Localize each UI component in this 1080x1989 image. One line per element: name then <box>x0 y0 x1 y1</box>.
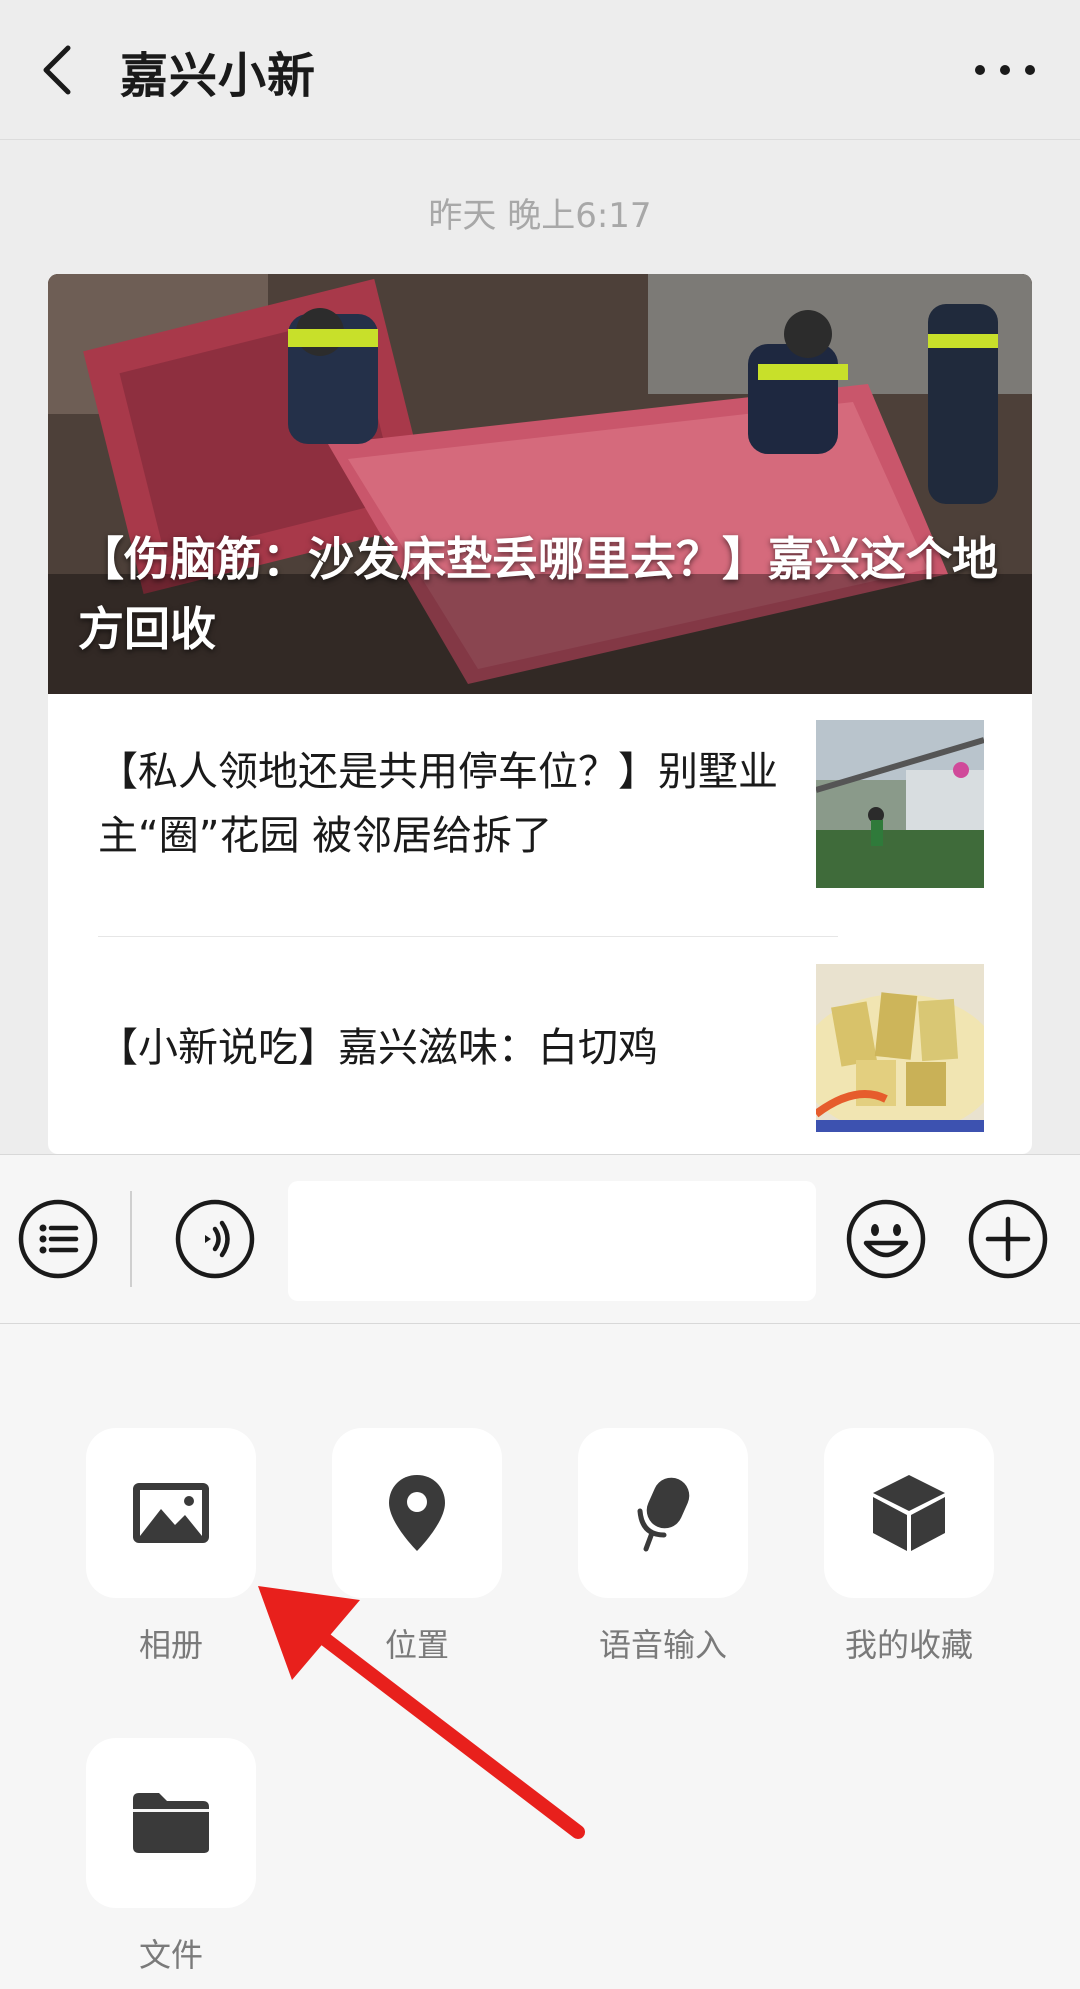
cover-title: 【伤脑筋：沙发床垫丢哪里去？】嘉兴这个地方回收 <box>78 532 998 656</box>
tool-favorites[interactable]: 我的收藏 <box>824 1428 994 1666</box>
tool-voice-input[interactable]: 语音输入 <box>578 1428 748 1666</box>
news-item-parking[interactable]: 【私人领地还是共用停车位？】别墅业主“圈”花园 被邻居给拆了 <box>98 694 1032 914</box>
tool-label: 我的收藏 <box>844 1626 973 1664</box>
emoji-icon[interactable] <box>846 1199 926 1279</box>
message-input[interactable] <box>288 1181 816 1301</box>
tool-label: 位置 <box>384 1626 449 1664</box>
news-card[interactable]: 【伤脑筋：沙发床垫丢哪里去？】嘉兴这个地方回收 【私人领地还是共用停车位？】别墅… <box>48 274 1032 1154</box>
plus-icon[interactable] <box>968 1199 1048 1279</box>
message-timestamp: 昨天 晚上6:17 <box>428 196 652 236</box>
chat-header: 嘉兴小新 <box>0 0 1080 140</box>
tool-location[interactable]: 位置 <box>332 1428 502 1666</box>
chat-input-bar <box>0 1154 1080 1324</box>
list-icon[interactable] <box>18 1199 98 1279</box>
favorites-tile[interactable] <box>824 1428 994 1598</box>
voice-input-tile[interactable] <box>578 1428 748 1598</box>
microphone-icon <box>637 1477 690 1552</box>
album-icon <box>133 1483 209 1543</box>
tool-album[interactable]: 相册 <box>86 1428 256 1666</box>
news-item-title: 【私人领地还是共用停车位？】别墅业主“圈”花园 被邻居给拆了 <box>98 749 778 859</box>
favorites-icon <box>873 1475 945 1551</box>
news-item-title: 【小新说吃】嘉兴滋味：白切鸡 <box>98 1025 658 1071</box>
divider <box>130 1191 132 1287</box>
tools-panel: 相册 位置 语音输入 我的收藏 文件 <box>0 1324 1080 1989</box>
news-thumbnail <box>816 720 984 888</box>
more-horizontal-icon[interactable] <box>970 50 1040 90</box>
news-item-chicken[interactable]: 【小新说吃】嘉兴滋味：白切鸡 <box>98 938 1032 1154</box>
tool-label: 语音输入 <box>598 1626 727 1664</box>
album-tile[interactable] <box>86 1428 256 1598</box>
divider <box>98 936 838 937</box>
file-tile[interactable] <box>86 1738 256 1908</box>
tool-file[interactable]: 文件 <box>86 1738 256 1976</box>
folder-icon <box>133 1793 209 1853</box>
voice-icon[interactable] <box>175 1199 255 1279</box>
location-icon <box>389 1475 445 1551</box>
location-tile[interactable] <box>332 1428 502 1598</box>
cover-article[interactable]: 【伤脑筋：沙发床垫丢哪里去？】嘉兴这个地方回收 <box>48 274 1032 694</box>
chevron-left-icon[interactable] <box>30 38 90 102</box>
tool-label: 相册 <box>138 1626 203 1664</box>
page-title: 嘉兴小新 <box>120 48 317 104</box>
news-thumbnail <box>816 964 984 1132</box>
tool-label: 文件 <box>138 1936 203 1974</box>
